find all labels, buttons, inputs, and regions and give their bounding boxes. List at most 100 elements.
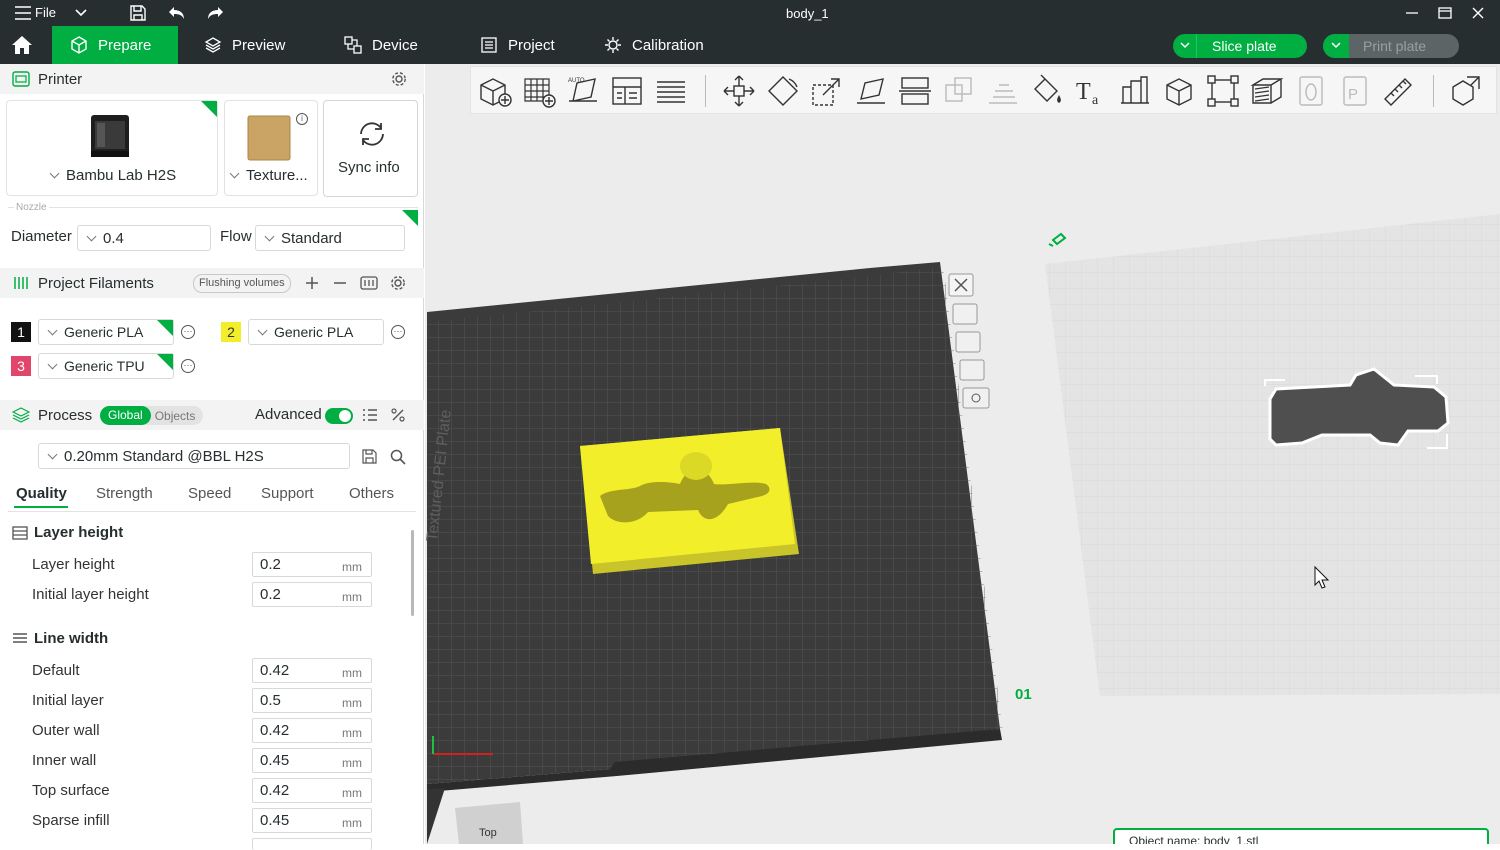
setting-input[interactable]: 0.2 mm (252, 582, 372, 607)
arrange-icon[interactable] (609, 73, 645, 109)
variable-layer-icon[interactable] (1249, 73, 1285, 109)
subtab-speed[interactable]: Speed (188, 485, 231, 502)
orient-plate-icon[interactable] (955, 331, 981, 353)
percent-icon[interactable] (390, 407, 406, 423)
brim-ears-icon[interactable]: P (1337, 73, 1373, 109)
scene-canvas[interactable]: Textured PEI Plate 01 Top (425, 64, 1500, 844)
cut-icon[interactable] (897, 73, 933, 109)
boolean-icon[interactable] (941, 73, 977, 109)
move-icon[interactable] (721, 73, 757, 109)
search-icon[interactable] (390, 449, 406, 465)
printer-selector[interactable]: Bambu Lab H2S (49, 167, 176, 184)
build-plate[interactable]: Textured PEI Plate 01 (425, 262, 1032, 844)
ruler-icon[interactable] (1381, 73, 1417, 109)
home-button[interactable] (0, 26, 44, 64)
seam-icon[interactable] (1293, 73, 1329, 109)
objects-tab[interactable]: Objects (155, 409, 196, 423)
filament-number-1[interactable]: 1 (11, 322, 31, 342)
tab-calibration[interactable]: Calibration (588, 26, 720, 64)
subtab-quality[interactable]: Quality (16, 485, 67, 502)
filament-sync-icon[interactable] (360, 275, 378, 291)
advanced-toggle[interactable] (325, 408, 353, 424)
filament-more-icon[interactable]: ··· (391, 325, 405, 339)
auto-orient-icon[interactable]: AUTO (565, 73, 601, 109)
assembly-icon[interactable] (1161, 73, 1197, 109)
tab-preview[interactable]: Preview (188, 26, 301, 64)
setting-input[interactable]: 0.5 mm (252, 688, 372, 713)
filament-select-2[interactable]: Generic PLA (248, 319, 384, 345)
color-paint-icon[interactable] (1029, 73, 1065, 109)
add-object-icon[interactable] (477, 73, 513, 109)
arrange-plate-icon[interactable] (952, 303, 978, 325)
list-icon[interactable] (362, 408, 378, 422)
split-objects-icon[interactable] (1449, 73, 1485, 109)
setting-input[interactable]: 0.45 mm (252, 808, 372, 833)
printer-card[interactable]: Bambu Lab H2S (6, 100, 218, 196)
close-icon[interactable] (1471, 6, 1485, 20)
tab-device[interactable]: Device (328, 26, 434, 64)
yellow-model[interactable] (580, 428, 799, 574)
tab-prepare[interactable]: Prepare (52, 26, 178, 64)
filament-select-1[interactable]: Generic PLA (38, 319, 174, 345)
print-dropdown[interactable] (1323, 34, 1349, 58)
scale-icon[interactable] (809, 73, 845, 109)
filament-number-2[interactable]: 2 (221, 322, 241, 342)
slice-dropdown[interactable] (1173, 34, 1197, 58)
global-tab[interactable]: Global (100, 406, 151, 425)
minimize-icon[interactable] (1405, 6, 1419, 20)
setting-input[interactable]: 0.42 mm (252, 658, 372, 683)
setting-input[interactable]: 0.2 mm (252, 552, 372, 577)
setting-input[interactable]: 0.42 mm (252, 778, 372, 803)
bounding-box-icon[interactable] (1205, 73, 1241, 109)
chevron-down-icon (1179, 42, 1190, 49)
maximize-icon[interactable] (1437, 5, 1453, 21)
plate-card[interactable]: i Texture... (224, 100, 318, 196)
save-preset-icon[interactable] (362, 449, 377, 464)
tab-project[interactable]: Project (464, 26, 571, 64)
text-icon[interactable]: Ta (1073, 73, 1109, 109)
subtab-support[interactable]: Support (261, 485, 314, 502)
lock-plate-icon[interactable] (959, 359, 985, 381)
save-icon[interactable] (129, 4, 147, 22)
plate-settings-icon[interactable] (962, 387, 990, 409)
filament-more-icon[interactable]: ··· (181, 359, 195, 373)
sync-info-button[interactable]: Sync info (323, 100, 418, 197)
settings-scrollbar[interactable] (411, 530, 414, 616)
remove-filament-icon[interactable] (333, 276, 347, 290)
plate-type-selector[interactable]: Texture... (229, 167, 308, 184)
setting-input[interactable]: 0.45 mm (252, 748, 372, 773)
filament-number-3[interactable]: 3 (11, 356, 31, 376)
add-plate-icon[interactable] (521, 73, 557, 109)
3d-viewport[interactable]: Textured PEI Plate 01 Top Object name: b… (425, 64, 1500, 844)
process-preset-select[interactable]: 0.20mm Standard @BBL H2S (38, 443, 350, 469)
rotate-icon[interactable] (765, 73, 801, 109)
layers-list-icon[interactable] (653, 73, 689, 109)
filament-settings-icon[interactable] (390, 275, 406, 291)
gear-icon[interactable] (391, 71, 407, 87)
print-plate-button[interactable]: Print plate (1323, 34, 1459, 58)
diameter-select[interactable]: 0.4 (77, 225, 211, 251)
setting-input[interactable] (252, 838, 372, 850)
setting-input[interactable]: 0.42 mm (252, 718, 372, 743)
secondary-plate[interactable] (1045, 214, 1500, 696)
subtab-strength[interactable]: Strength (96, 485, 153, 502)
measure-height-icon[interactable] (1117, 73, 1153, 109)
filament-select-3[interactable]: Generic TPU (38, 353, 174, 379)
flushing-volumes-button[interactable]: Flushing volumes (193, 274, 291, 293)
setting-value: 0.42 (260, 782, 290, 799)
lay-on-face-icon[interactable] (853, 73, 889, 109)
redo-icon[interactable] (205, 4, 225, 22)
filament-more-icon[interactable]: ··· (181, 325, 195, 339)
add-filament-icon[interactable] (305, 276, 319, 290)
slice-plate-button[interactable]: Slice plate (1173, 34, 1307, 58)
view-cube[interactable]: Top (455, 802, 523, 844)
info-icon[interactable]: i (296, 113, 308, 125)
support-paint-icon[interactable] (985, 73, 1021, 109)
undo-icon[interactable] (167, 4, 187, 22)
subtab-others[interactable]: Others (349, 485, 394, 502)
chevron-down-icon[interactable] (74, 8, 88, 18)
file-menu[interactable]: File (35, 5, 56, 20)
menu-icon[interactable] (14, 5, 32, 21)
flow-select[interactable]: Standard (255, 225, 405, 251)
global-objects-toggle[interactable]: Global Objects (100, 406, 203, 425)
